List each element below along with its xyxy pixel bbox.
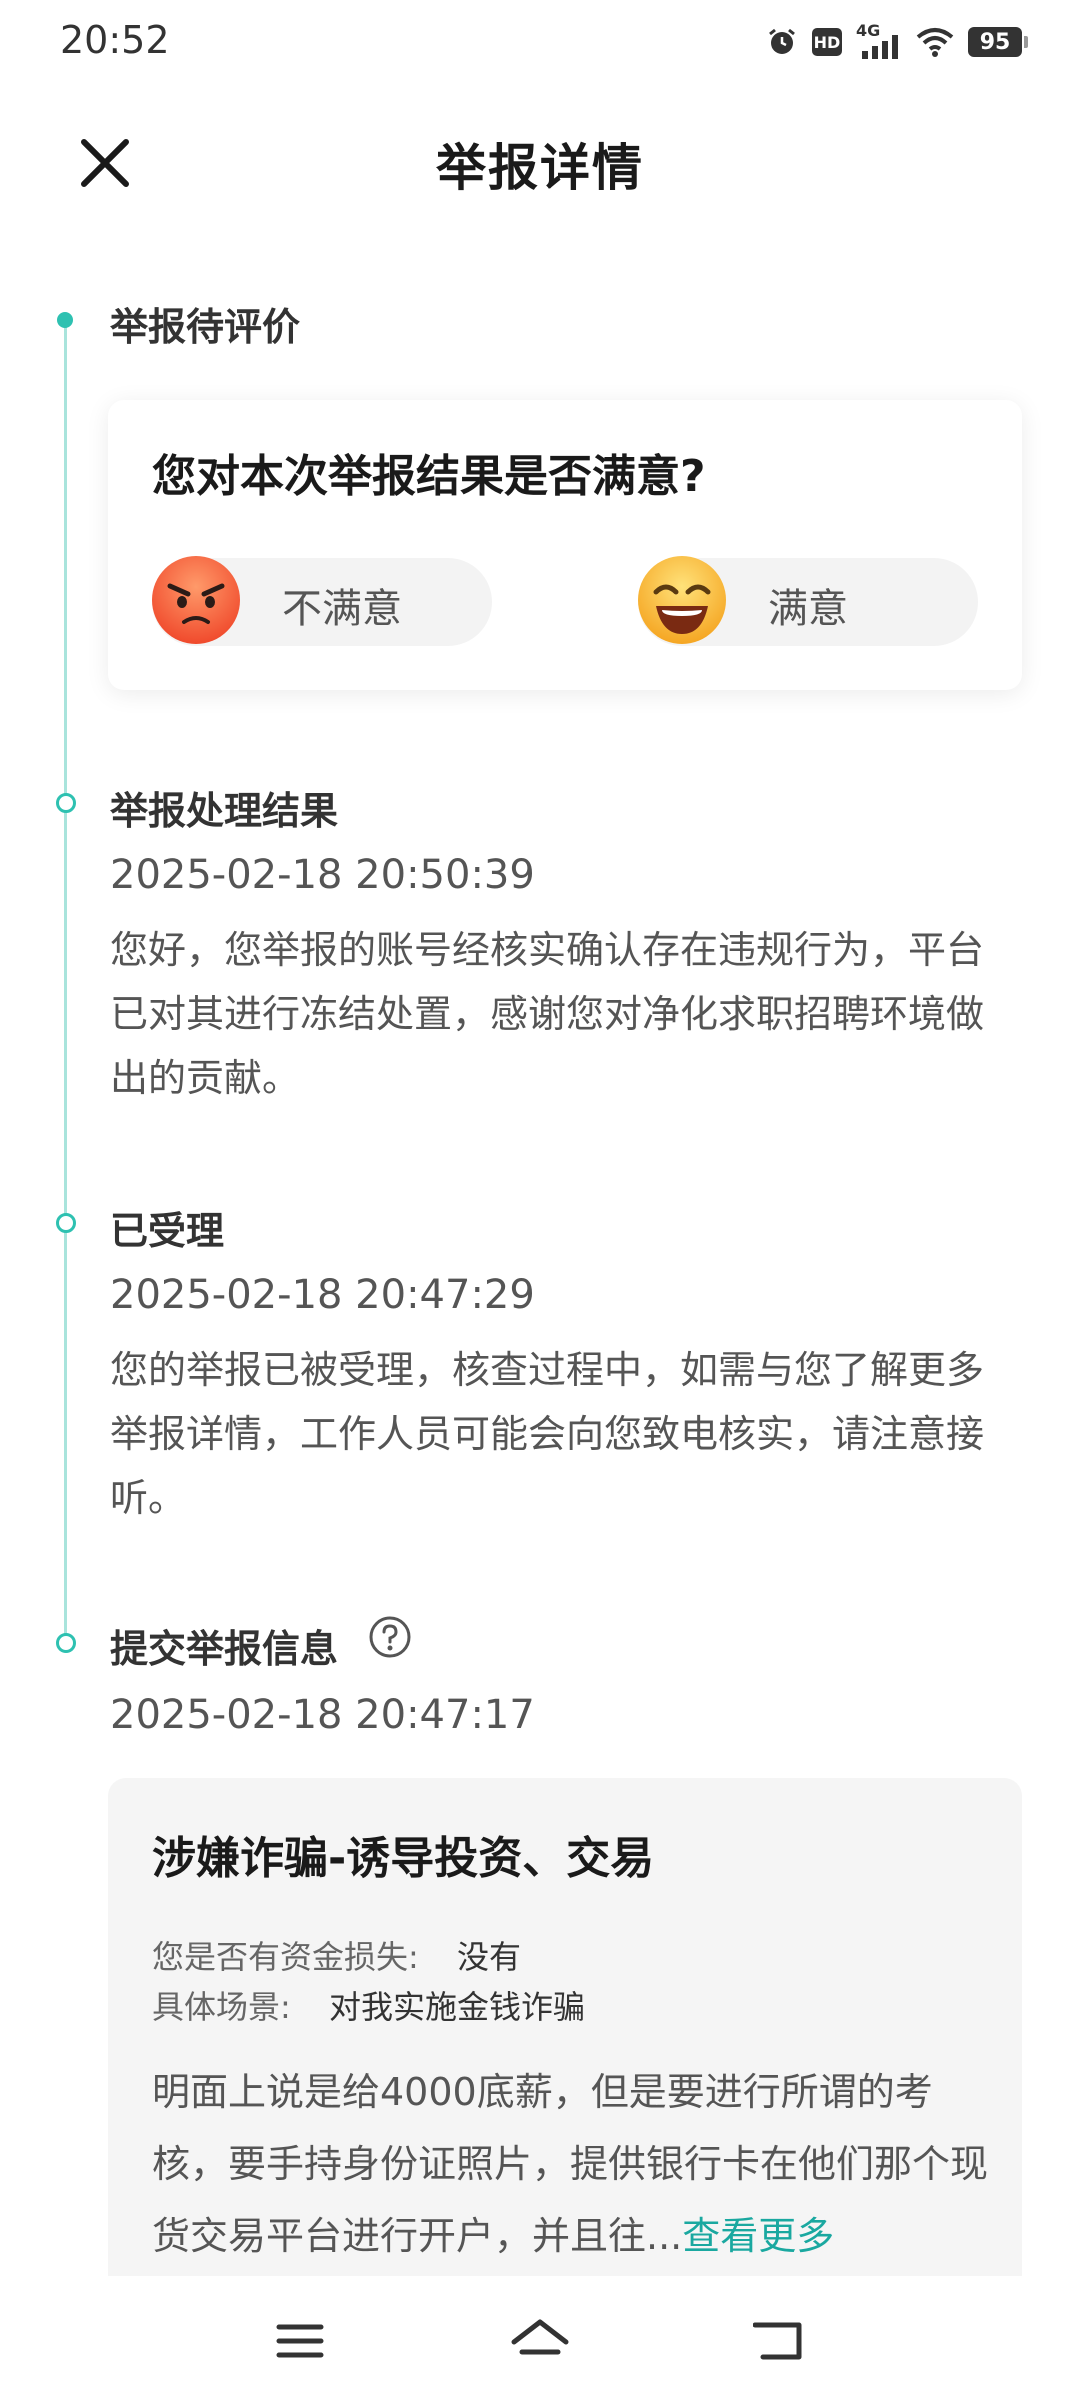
timeline-dot-active	[57, 312, 73, 328]
page-title: 举报详情	[436, 139, 644, 197]
view-more-link[interactable]: 查看更多	[682, 2214, 834, 2258]
satisfied-label: 满意	[768, 586, 848, 632]
battery-icon: 95	[968, 27, 1028, 57]
home-icon	[511, 2319, 569, 2355]
dissatisfied-label: 不满意	[282, 586, 402, 632]
timeline-dot	[56, 1213, 76, 1233]
submitted-time: 2025-02-18 20:47:17	[110, 1692, 535, 1738]
angry-face-icon	[152, 556, 240, 644]
scene-row: 具体场景: 对我实施金钱诈骗	[152, 1982, 585, 2028]
status-bar: 20:52 HD 4G 95	[0, 0, 1080, 84]
alarm-icon	[769, 28, 795, 54]
report-title: 涉嫌诈骗-诱导投资、交易	[152, 1833, 655, 1884]
accepted-time: 2025-02-18 20:47:29	[110, 1272, 535, 1318]
submitted-title: 提交举报信息	[110, 1627, 339, 1671]
help-icon[interactable]	[368, 1615, 412, 1659]
status-icons: HD 4G 95	[766, 20, 1028, 64]
hd-icon: HD	[812, 28, 842, 56]
rating-card: 您对本次举报结果是否满意? 不满意 满意	[108, 400, 1022, 690]
accepted-text: 您的举报已被受理，核查过程中，如需与您了解更多举报详情，工作人员可能会向您致电核…	[110, 1348, 985, 1520]
satisfied-button[interactable]: 满意	[638, 556, 978, 646]
rating-question: 您对本次举报结果是否满意?	[152, 451, 706, 502]
loss-value: 没有	[456, 1938, 521, 1976]
dissatisfied-button[interactable]: 不满意	[152, 556, 492, 646]
timeline-dot	[56, 1633, 76, 1653]
timeline-dot	[56, 793, 76, 813]
status-time: 20:52	[60, 18, 170, 62]
loss-label: 您是否有资金损失:	[152, 1938, 419, 1976]
home-button[interactable]	[500, 2306, 580, 2376]
scene-value: 对我实施金钱诈骗	[328, 1988, 585, 2026]
report-info-card: 涉嫌诈骗-诱导投资、交易 您是否有资金损失: 没有 具体场景: 对我实施金钱诈骗…	[108, 1778, 1022, 2298]
result-text: 您好，您举报的账号经核实确认存在违规行为，平台已对其进行冻结处置，感谢您对净化求…	[110, 928, 985, 1100]
result-time: 2025-02-18 20:50:39	[110, 852, 535, 898]
rating-section-title: 举报待评价	[110, 305, 301, 349]
back-button[interactable]	[740, 2306, 820, 2376]
loss-row: 您是否有资金损失: 没有	[152, 1932, 521, 1978]
report-description: 明面上说是给4000底薪，但是要进行所谓的考核，要手持身份证照片，提供银行卡在他…	[152, 2056, 992, 2272]
menu-icon	[276, 2324, 324, 2358]
back-icon	[753, 2322, 802, 2360]
wifi-icon	[916, 28, 954, 57]
recents-button[interactable]	[260, 2306, 340, 2376]
accepted-title: 已受理	[110, 1209, 225, 1253]
header: 举报详情	[0, 110, 1080, 210]
happy-face-icon	[638, 556, 726, 644]
report-description-text: 明面上说是给4000底薪，但是要进行所谓的考核，要手持身份证照片，提供银行卡在他…	[152, 2070, 989, 2258]
timeline-line	[64, 326, 67, 1644]
signal-icon: 4G	[856, 21, 902, 59]
result-title: 举报处理结果	[110, 789, 339, 833]
system-nav-bar	[0, 2276, 1080, 2400]
scene-label: 具体场景:	[152, 1988, 291, 2026]
